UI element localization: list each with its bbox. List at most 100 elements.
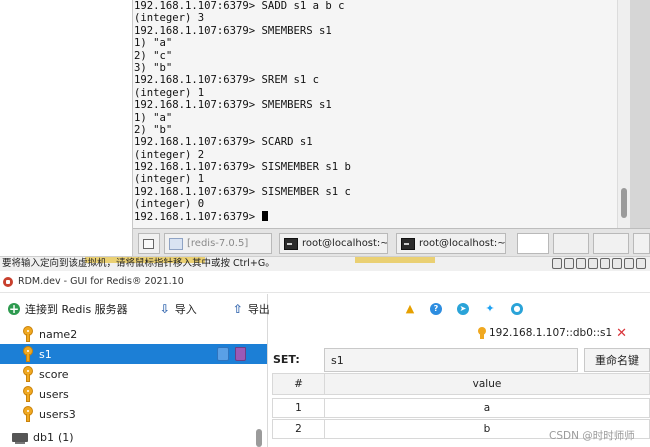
table-cell-value[interactable]: a: [324, 398, 650, 418]
key-tab-label: 192.168.1.107::db0::s1: [489, 327, 613, 339]
terminal-prompt-line[interactable]: 192.168.1.107:6379>: [134, 210, 630, 223]
hdd-icon[interactable]: [552, 258, 562, 269]
show-desktop-button[interactable]: [138, 233, 160, 254]
app-title: RDM.dev - GUI for Redis® 2021.10: [18, 276, 184, 287]
tree-key-item[interactable]: score: [0, 364, 267, 384]
database-icon: [12, 432, 28, 444]
terminal-line: (integer) 1: [134, 86, 205, 99]
main-toolbar: + 连接到 Redis 服务器 ⇩ 导入 ⇧ 导出: [0, 294, 270, 324]
terminal-line: 2) "b": [134, 123, 173, 136]
tree-key-label: name2: [39, 327, 78, 341]
telegram-icon[interactable]: ➤: [457, 303, 469, 315]
terminal-line: 192.168.1.107:6379> SCARD s1: [134, 136, 313, 149]
terminal-line: 1) "a": [134, 111, 173, 124]
key-tree: name2 s1 score users users3 db1 (1): [0, 324, 268, 447]
connect-server-label: 连接到 Redis 服务器: [25, 303, 128, 316]
cd-icon[interactable]: [564, 258, 574, 269]
terminal-line: 192.168.1.107:6379> SISMEMBER s1 b: [134, 161, 351, 174]
tree-key-item[interactable]: users: [0, 384, 267, 404]
trash-icon[interactable]: [235, 347, 246, 361]
terminal-cursor: [261, 210, 268, 221]
workspace-3[interactable]: [593, 233, 629, 254]
edit-icon[interactable]: [217, 347, 229, 361]
import-icon: ⇩: [159, 302, 170, 316]
tree-db-item[interactable]: db1 (1): [0, 427, 74, 447]
key-icon: [478, 327, 486, 339]
terminal-line: (integer) 1: [134, 173, 205, 186]
rdm-logo-icon: [3, 277, 13, 287]
desktop-icon: [143, 238, 154, 249]
tree-scrollbar-thumb[interactable]: [256, 429, 262, 447]
export-button[interactable]: ⇧ 导出: [233, 301, 270, 317]
key-icon: [23, 386, 33, 402]
taskbar-item-label: root@localhost:~: [419, 238, 506, 249]
folder-window-icon: [169, 237, 183, 250]
key-icon: [23, 326, 33, 342]
key-tab[interactable]: 192.168.1.107::db0::s1 ✕: [478, 326, 627, 341]
import-label: 导入: [174, 303, 197, 316]
tree-key-label: users3: [39, 407, 76, 421]
tree-key-item[interactable]: users3: [0, 404, 267, 424]
table-header-index: #: [272, 373, 325, 395]
taskbar-item-terminal-2[interactable]: root@localhost:~: [396, 233, 506, 254]
tree-db-count: (1): [57, 430, 74, 444]
help-icon[interactable]: ?: [430, 303, 442, 315]
rename-key-button[interactable]: 重命名键: [584, 348, 650, 372]
workspace-switcher[interactable]: [517, 233, 549, 254]
terminal-prompt: 192.168.1.107:6379>: [134, 210, 262, 223]
close-icon[interactable]: ✕: [616, 326, 627, 341]
tree-db-label: db1: [33, 430, 54, 444]
terminal-line: (integer) 3: [134, 12, 205, 25]
printer-icon[interactable]: [612, 258, 622, 269]
terminal-line: 192.168.1.107:6379> SISMEMBER s1 c: [134, 185, 351, 198]
import-button[interactable]: ⇩ 导入: [160, 301, 197, 317]
display-icon[interactable]: [624, 258, 634, 269]
taskbar-item-label: [redis-7.0.5]: [187, 238, 249, 249]
tree-key-label: s1: [39, 347, 52, 361]
taskbar-item-redis-folder[interactable]: [redis-7.0.5]: [164, 233, 272, 254]
github-icon[interactable]: ●: [511, 303, 523, 315]
connect-server-button[interactable]: + 连接到 Redis 服务器: [8, 301, 128, 317]
background-strip: [355, 257, 435, 263]
terminal-scrollbar-thumb[interactable]: [621, 188, 627, 218]
settings-icon[interactable]: [636, 258, 646, 269]
tree-key-label: users: [39, 387, 69, 401]
terminal-output[interactable]: 192.168.1.107:6379> SADD s1 a b c (integ…: [133, 0, 630, 228]
taskbar-item-terminal-1[interactable]: root@localhost:~: [279, 233, 388, 254]
table-cell-index[interactable]: 2: [272, 419, 325, 439]
key-icon: [23, 366, 33, 382]
workspace-4[interactable]: [633, 233, 650, 254]
vm-status-text: 要将输入定向到该虚拟机，请将鼠标指针移入其中或按 Ctrl+G。: [2, 258, 275, 269]
tree-key-item[interactable]: name2: [0, 324, 267, 344]
network-icon[interactable]: [576, 258, 586, 269]
vm-sidebar-blank: [0, 0, 133, 256]
sound-icon[interactable]: [600, 258, 610, 269]
watermark: CSDN @时时师师: [549, 430, 635, 442]
key-name-input[interactable]: [324, 348, 578, 372]
plus-circle-icon: +: [8, 302, 20, 316]
warning-icon[interactable]: ▲: [404, 303, 416, 315]
vm-device-icons: [552, 258, 646, 269]
tree-key-item-selected[interactable]: s1: [0, 344, 267, 364]
key-type-label: SET:: [273, 353, 300, 366]
twitter-icon[interactable]: ✦: [484, 303, 496, 315]
terminal-line: 2) "c": [134, 49, 173, 62]
table-cell-index[interactable]: 1: [272, 398, 325, 418]
terminal-scrollbar[interactable]: [617, 0, 630, 228]
taskbar-item-label: root@localhost:~: [302, 238, 388, 249]
app-titlebar: RDM.dev - GUI for Redis® 2021.10: [0, 271, 650, 293]
terminal-line: 192.168.1.107:6379> SMEMBERS s1: [134, 24, 332, 37]
vm-frame-right: [630, 0, 650, 228]
terminal-icon: [401, 237, 415, 250]
terminal-line: 1) "a": [134, 37, 173, 50]
export-icon: ⇧: [232, 302, 243, 316]
key-icon: [23, 346, 33, 362]
app-header-icons: ▲ ? ➤ ✦ ●: [269, 294, 650, 324]
terminal-line: 3) "b": [134, 61, 173, 74]
terminal-line: 192.168.1.107:6379> SREM s1 c: [134, 74, 319, 87]
usb-icon[interactable]: [588, 258, 598, 269]
row-actions: [217, 347, 246, 361]
workspace-2[interactable]: [553, 233, 589, 254]
terminal-line: (integer) 2: [134, 148, 205, 161]
terminal-icon: [284, 237, 298, 250]
